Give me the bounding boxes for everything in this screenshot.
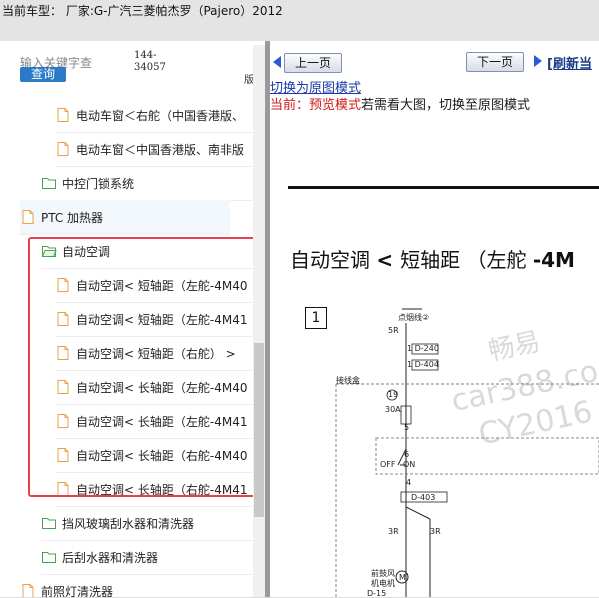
tree-item[interactable]: 自动空调< 长轴距（左舵-4M41 bbox=[55, 404, 253, 439]
code-line-1: 144- bbox=[134, 50, 157, 61]
tree-folder[interactable]: 挡风玻璃刮水器和清洗器 bbox=[41, 506, 253, 541]
tree-item[interactable]: 自动空调< 短轴距（左舵-4M40 bbox=[55, 268, 253, 303]
tree-folder[interactable]: 后刮水器和清洗器 bbox=[41, 540, 253, 575]
connector-label: 1 D-404 bbox=[407, 360, 439, 369]
switch-on-label: ON bbox=[403, 460, 416, 469]
pin-label: 5 bbox=[404, 423, 410, 432]
fuse-amp-label: 30A bbox=[385, 405, 401, 414]
tree-item-label: 前照灯清洗器 bbox=[41, 584, 114, 598]
file-icon bbox=[57, 482, 69, 496]
tree-item[interactable]: 电动车窗＜中国香港版、南非版 bbox=[55, 132, 253, 167]
file-icon bbox=[57, 142, 69, 156]
tree-item[interactable]: PTC 加热器 bbox=[20, 200, 230, 235]
tree-folder[interactable]: 自动空调 bbox=[41, 234, 253, 269]
folder-icon bbox=[42, 178, 56, 189]
switch-off-label: OFF bbox=[380, 460, 396, 469]
scrollbar-thumb[interactable] bbox=[254, 343, 264, 517]
ignition-label: 点烟线② bbox=[398, 313, 430, 322]
tree-item-label: 自动空调< 长轴距（左舵-4M40 bbox=[76, 380, 248, 395]
connector-label: 1 D-240 bbox=[407, 344, 439, 353]
folder-open-icon bbox=[41, 246, 57, 257]
tree-folder-label: 中控门锁系统 bbox=[62, 176, 135, 191]
wire-label: 3R bbox=[430, 527, 441, 536]
left-panel: 输入关键字查 查询 144- 34057 版 电动车窗＜右舵（中国香港版、 电动… bbox=[0, 41, 267, 598]
tree-item[interactable]: 自动空调< 短轴距（左舵-4M41 bbox=[55, 302, 253, 337]
connector-label: D-403 bbox=[411, 493, 436, 502]
file-icon bbox=[57, 346, 69, 360]
tree-folder[interactable]: 中控门锁系统 bbox=[41, 166, 253, 201]
blower-label: 机电机 bbox=[371, 579, 395, 588]
tree-folder-label: 自动空调 bbox=[62, 244, 111, 259]
junction-box-label: 接线盒 bbox=[336, 376, 360, 385]
file-icon bbox=[22, 210, 34, 224]
file-icon bbox=[57, 414, 69, 428]
tree-item-label: 自动空调< 短轴距（左舵-4M41 bbox=[76, 312, 248, 327]
tree-item[interactable]: 自动空调< 短轴距（右舵） > bbox=[55, 336, 253, 371]
wiring-diagram: M bbox=[335, 308, 599, 598]
wire-label: 5R bbox=[388, 326, 399, 335]
diagram-viewer: 上一页 下一页 [刷新当 切换为原图模式 当前：预览模式若需看大图，切换至原图模… bbox=[270, 41, 599, 598]
tree-item-label: 自动空调< 短轴距（右舵） > bbox=[76, 346, 236, 361]
tree-item-label: PTC 加热器 bbox=[41, 210, 104, 225]
file-icon bbox=[57, 380, 69, 394]
tree-item-label: 自动空调< 长轴距（左舵-4M41 bbox=[76, 414, 248, 429]
tree-folder-label: 挡风玻璃刮水器和清洗器 bbox=[62, 516, 195, 531]
tree-item-label: 自动空调< 短轴距（左舵-4M40 bbox=[76, 278, 248, 293]
pin-label: 6 bbox=[404, 450, 410, 459]
file-icon bbox=[57, 448, 69, 462]
pin-label: 4 bbox=[406, 478, 412, 487]
file-icon bbox=[57, 278, 69, 292]
tree-folder-label: 后刮水器和清洗器 bbox=[62, 550, 159, 565]
file-icon bbox=[57, 312, 69, 326]
tree-item[interactable]: 自动空调< 长轴距（左舵-4M40 bbox=[55, 370, 253, 405]
tree-item-label: 电动车窗＜右舵（中国香港版、 bbox=[76, 108, 245, 123]
folder-icon bbox=[42, 552, 56, 563]
tree-item-label: 自动空调< 长轴距（右舵-4M40 bbox=[76, 448, 248, 463]
fuse-number-label: 19 bbox=[388, 390, 399, 399]
current-vehicle-title: 当前车型： 厂家:G-广汽三菱帕杰罗（Pajero）2012 bbox=[2, 4, 283, 18]
tree-scrollbar[interactable] bbox=[253, 45, 265, 598]
code-label: 144- 34057 bbox=[134, 50, 166, 74]
tree-item[interactable]: 电动车窗＜右舵（中国香港版、 bbox=[55, 98, 253, 133]
svg-text:M: M bbox=[399, 573, 406, 582]
wire-label: 3R bbox=[388, 527, 399, 536]
tree-item[interactable]: 自动空调< 长轴距（右舵-4M40 bbox=[55, 438, 253, 473]
folder-icon bbox=[42, 518, 56, 529]
search-button[interactable]: 查询 bbox=[20, 67, 66, 82]
file-icon bbox=[57, 108, 69, 122]
tree-item[interactable]: 自动空调< 长轴距（右舵-4M41 bbox=[55, 472, 253, 507]
title-bar: 当前车型： 厂家:G-广汽三菱帕杰罗（Pajero）2012 bbox=[0, 0, 599, 42]
file-icon bbox=[22, 584, 34, 598]
code-line-2: 34057 bbox=[134, 62, 166, 73]
tree-item[interactable]: 前照灯清洗器 bbox=[20, 574, 253, 598]
tree-item-label: 电动车窗＜中国香港版、南非版 bbox=[76, 142, 245, 157]
tree-item-label: 自动空调< 长轴距（右舵-4M41 bbox=[76, 482, 248, 497]
